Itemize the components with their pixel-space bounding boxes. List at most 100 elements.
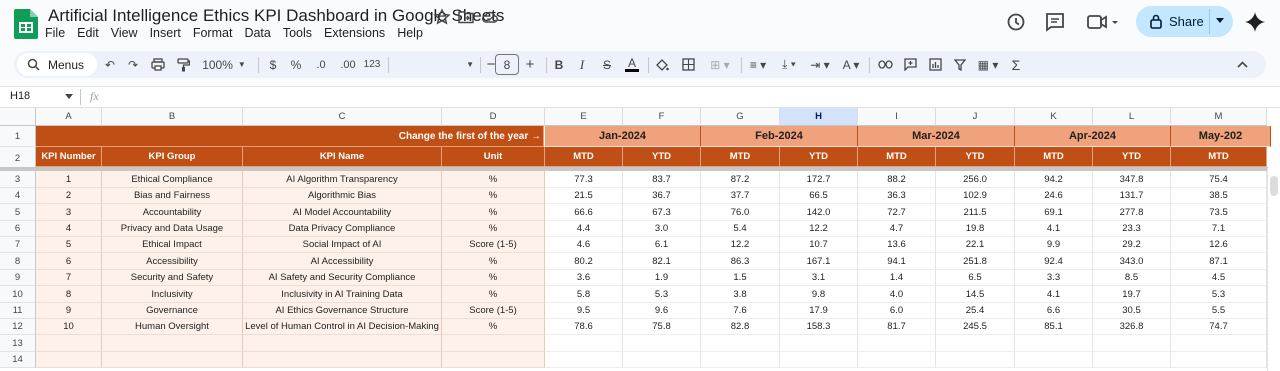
decrease-decimal-button[interactable]: .0 (312, 55, 330, 74)
value-cell[interactable]: 94.1 (858, 253, 936, 270)
menu-extensions[interactable]: Extensions (323, 26, 386, 40)
value-cell[interactable]: 25.4 (936, 303, 1015, 319)
value-cell[interactable]: 3.1 (780, 270, 858, 286)
kpi-table-header[interactable]: KPI Group (102, 147, 243, 167)
row-header[interactable]: 11 (0, 303, 36, 319)
kpi-group-cell[interactable]: Security and Safety (102, 270, 243, 286)
value-cell[interactable]: 87.2 (701, 171, 780, 188)
value-cell[interactable]: 6.6 (1015, 303, 1093, 319)
value-cell[interactable]: 82.1 (623, 253, 701, 270)
kpi-name-cell[interactable]: AI Accessibility (243, 253, 442, 270)
font-family-select[interactable]: ▼ (394, 55, 474, 74)
value-cell[interactable]: 83.7 (623, 171, 701, 188)
value-cell[interactable]: 24.6 (1015, 188, 1093, 204)
vertical-align-icon[interactable]: ⤓ ▾ (776, 55, 802, 74)
kpi-group-cell[interactable]: Privacy and Data Usage (102, 221, 243, 237)
value-cell[interactable]: 167.1 (780, 253, 858, 270)
column-header[interactable]: C (243, 108, 442, 126)
value-cell[interactable]: 277.8 (1093, 204, 1171, 221)
text-color-icon[interactable]: A (624, 55, 640, 74)
merge-cells-icon[interactable]: ⊞ ▾ (706, 55, 734, 74)
month-header[interactable]: Feb-2024 (701, 126, 858, 147)
filter-views-icon[interactable]: ▦ ▾ (974, 55, 1002, 74)
kpi-unit-cell[interactable]: % (442, 204, 545, 221)
period-header[interactable]: YTD (623, 147, 701, 167)
kpi-group-cell[interactable]: Ethical Compliance (102, 171, 243, 188)
select-all-corner[interactable] (0, 108, 36, 126)
value-cell[interactable]: 81.7 (858, 319, 936, 335)
period-header[interactable]: MTD (1171, 147, 1267, 167)
kpi-number-cell[interactable]: 9 (36, 303, 102, 319)
row-header[interactable]: 9 (0, 270, 36, 286)
value-cell[interactable]: 102.9 (936, 188, 1015, 204)
empty-cell[interactable] (102, 352, 243, 368)
kpi-table-header[interactable]: KPI Number (36, 147, 102, 167)
kpi-number-cell[interactable]: 7 (36, 270, 102, 286)
value-cell[interactable]: 12.2 (701, 237, 780, 253)
increase-font-size-button[interactable]: + (523, 55, 537, 74)
value-cell[interactable]: 94.2 (1015, 171, 1093, 188)
empty-cell[interactable] (243, 335, 442, 352)
row-header[interactable]: 8 (0, 253, 36, 270)
value-cell[interactable]: 19.8 (936, 221, 1015, 237)
borders-icon[interactable] (680, 55, 696, 74)
value-cell[interactable]: 9.5 (545, 303, 623, 319)
value-cell[interactable]: 7.6 (701, 303, 780, 319)
value-cell[interactable]: 4.6 (545, 237, 623, 253)
empty-cell[interactable] (102, 335, 243, 352)
increase-decimal-button[interactable]: .00 (337, 55, 359, 74)
period-header[interactable]: YTD (936, 147, 1015, 167)
kpi-name-cell[interactable]: Data Privacy Compliance (243, 221, 442, 237)
kpi-number-cell[interactable]: 4 (36, 221, 102, 237)
version-history-icon[interactable] (1005, 11, 1027, 33)
row-header[interactable]: 6 (0, 221, 36, 237)
kpi-group-cell[interactable]: Ethical Impact (102, 237, 243, 253)
value-cell[interactable]: 3.0 (623, 221, 701, 237)
value-cell[interactable]: 92.4 (1015, 253, 1093, 270)
value-cell[interactable]: 23.3 (1093, 221, 1171, 237)
kpi-table-header[interactable]: KPI Name (243, 147, 442, 167)
kpi-number-cell[interactable]: 1 (36, 171, 102, 188)
value-cell[interactable]: 6.0 (858, 303, 936, 319)
value-cell[interactable]: 12.2 (780, 221, 858, 237)
empty-cell[interactable] (36, 335, 102, 352)
value-cell[interactable]: 36.3 (858, 188, 936, 204)
value-cell[interactable]: 211.5 (936, 204, 1015, 221)
formula-input[interactable] (110, 89, 1260, 105)
redo-icon[interactable]: ↷ (125, 55, 141, 74)
column-header[interactable]: L (1093, 108, 1171, 126)
percent-format-button[interactable]: % (289, 55, 303, 74)
collapse-toolbar-icon[interactable] (1234, 55, 1250, 74)
kpi-unit-cell[interactable]: % (442, 188, 545, 204)
value-cell[interactable]: 87.1 (1171, 253, 1267, 270)
month-header[interactable]: Apr-2024 (1015, 126, 1171, 147)
scrollbar-thumb[interactable] (1270, 176, 1278, 196)
kpi-unit-cell[interactable]: % (442, 270, 545, 286)
value-cell[interactable]: 4.5 (1171, 270, 1267, 286)
period-header[interactable]: MTD (701, 147, 780, 167)
value-cell[interactable]: 6.5 (936, 270, 1015, 286)
empty-cell[interactable] (1171, 335, 1267, 352)
horizontal-align-icon[interactable]: ≡ ▾ (745, 55, 771, 74)
value-cell[interactable]: 36.7 (623, 188, 701, 204)
value-cell[interactable]: 6.1 (623, 237, 701, 253)
value-cell[interactable]: 8.5 (1093, 270, 1171, 286)
menus-search[interactable]: Menus (17, 53, 97, 76)
row-header[interactable]: 10 (0, 286, 36, 303)
value-cell[interactable]: 5.8 (545, 286, 623, 303)
value-cell[interactable]: 1.4 (858, 270, 936, 286)
more-formats-button[interactable]: 123 (362, 55, 382, 74)
empty-cell[interactable] (936, 352, 1015, 368)
meet-icon[interactable] (1086, 11, 1120, 33)
empty-cell[interactable] (545, 352, 623, 368)
menu-tools[interactable]: Tools (282, 26, 313, 40)
kpi-number-cell[interactable]: 5 (36, 237, 102, 253)
fill-color-icon[interactable] (654, 55, 670, 74)
row-header[interactable]: 1 (0, 126, 36, 147)
period-header[interactable]: MTD (545, 147, 623, 167)
value-cell[interactable]: 9.6 (623, 303, 701, 319)
kpi-group-cell[interactable]: Accessibility (102, 253, 243, 270)
name-box[interactable]: H18 (10, 90, 30, 102)
value-cell[interactable]: 347.8 (1093, 171, 1171, 188)
value-cell[interactable]: 9.8 (780, 286, 858, 303)
